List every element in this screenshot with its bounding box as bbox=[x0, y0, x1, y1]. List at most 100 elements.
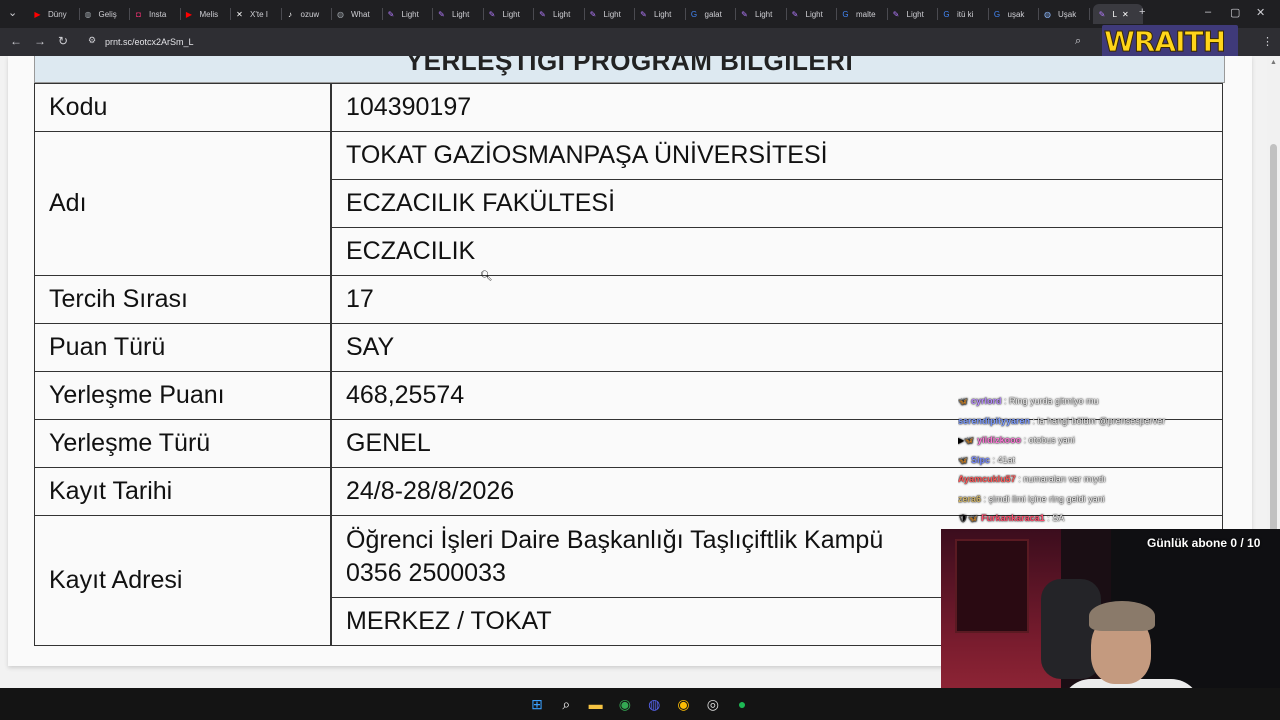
table-heading: YERLEŞTİĞİ PROGRAM BİLGİLERİ bbox=[34, 56, 1225, 83]
chat-text: numaraları var mıydı bbox=[1023, 474, 1106, 484]
subscriber-goal: Günlük abone 0 / 10 bbox=[1147, 536, 1261, 550]
browser-tab[interactable]: ◍ Uşak bbox=[1042, 4, 1085, 24]
browser-tab[interactable]: ▶ Melis bbox=[184, 4, 227, 24]
tab-separator bbox=[78, 8, 80, 20]
browser-tab[interactable]: ◘ Insta bbox=[133, 4, 176, 24]
scrollbar-thumb[interactable] bbox=[1270, 144, 1277, 564]
youtube-icon: ▶ bbox=[34, 9, 41, 19]
chat-message: 🦋 cyrlord : Ring yurda gitmiyo mu bbox=[958, 396, 1218, 416]
tab-label: What bbox=[351, 9, 370, 19]
windows-taskbar: ⊞ ⌕ ▬ ◉ ◍ ◉ ◎ ● bbox=[0, 688, 1280, 720]
zoom-icon[interactable]: ⌕ bbox=[1075, 35, 1081, 48]
instagram-icon: ◘ bbox=[136, 9, 141, 19]
browser-tab[interactable]: ♪ ozuw bbox=[285, 4, 328, 24]
tab-separator bbox=[280, 8, 282, 20]
tab-separator bbox=[482, 8, 484, 20]
chat-username: zera6 bbox=[958, 493, 982, 504]
browser-tab[interactable]: ✎ Light bbox=[487, 4, 530, 24]
browser-tab[interactable]: Guşak bbox=[992, 4, 1035, 24]
browser-tab[interactable]: ✎ Light bbox=[588, 4, 631, 24]
chrome-icon[interactable]: ◉ bbox=[675, 695, 693, 713]
forward-icon[interactable]: → bbox=[34, 34, 46, 48]
scroll-up-icon[interactable]: ▲ bbox=[1270, 59, 1277, 66]
google-icon: G bbox=[842, 9, 849, 19]
file-explorer-icon[interactable]: ▬ bbox=[587, 695, 605, 713]
label-yerlesme-turu: Yerleşme Türü bbox=[34, 419, 331, 468]
quill-icon: ✎ bbox=[589, 9, 597, 19]
browser-tab[interactable]: ✎ Light bbox=[386, 4, 429, 24]
chat-badge-icon: 🛡🦋 bbox=[958, 514, 979, 523]
mouse-cursor-icon: 🔍︎ bbox=[480, 271, 493, 282]
stream-chat: 🦋 cyrlord : Ring yurda gitmiyo mu serendip… bbox=[958, 396, 1218, 533]
tab-label: Light bbox=[654, 9, 672, 19]
reload-icon[interactable]: ↻ bbox=[58, 34, 68, 48]
tab-label: Uşak bbox=[1058, 9, 1077, 19]
menu-icon[interactable]: ⋮ bbox=[1262, 35, 1273, 48]
site-info-icon[interactable]: ⚙ bbox=[88, 35, 96, 46]
browser-tab[interactable]: ✎ Light bbox=[891, 4, 934, 24]
browser-tab[interactable]: ✎ L ✕ bbox=[1092, 4, 1143, 24]
quill-icon: ✎ bbox=[438, 9, 445, 19]
browser-tab[interactable]: Gmalte bbox=[840, 4, 883, 24]
browser-tab[interactable]: ✎ Light bbox=[638, 4, 681, 24]
tab-separator bbox=[735, 8, 736, 20]
youtube-icon: ▶ bbox=[185, 9, 193, 19]
streamer-hair bbox=[1089, 601, 1155, 631]
label-yerlesme-puani: Yerleşme Puanı bbox=[34, 371, 331, 420]
address-phone: 0356 2500033 bbox=[346, 558, 506, 587]
tab-strip: ⌄ ▶ Düny ◍ Geliş ◘ Insta ▶ Melis ✕ X'te I ♪ ozuw ◍ Wh… bbox=[0, 0, 1280, 28]
browser-tab[interactable]: ▶ Düny bbox=[32, 4, 75, 24]
tab-search-icon[interactable]: ⌄ bbox=[8, 6, 17, 19]
tab-separator bbox=[179, 8, 181, 20]
label-puan-turu: Puan Türü bbox=[34, 323, 331, 372]
tab-separator bbox=[129, 8, 130, 20]
chat-username: cyrlord bbox=[970, 396, 1002, 406]
tab-separator bbox=[836, 8, 837, 20]
label-tercih-sirasi: Tercih Sırası bbox=[34, 275, 331, 324]
browser-tab[interactable]: Ggalat bbox=[689, 4, 732, 24]
google-icon: G bbox=[993, 9, 1001, 19]
quill-icon: ✎ bbox=[387, 9, 395, 19]
browser-tab[interactable]: ✕ X'te I bbox=[234, 4, 277, 24]
browser-tab[interactable]: ✎ Light bbox=[739, 4, 782, 24]
globe-icon: ◍ bbox=[84, 9, 92, 19]
globe-icon: ◍ bbox=[1044, 9, 1051, 19]
chat-badge-icon: 🦋 bbox=[958, 455, 968, 465]
minimize-icon[interactable]: – bbox=[1205, 6, 1211, 18]
x-icon: ✕ bbox=[236, 9, 243, 19]
quill-icon: ✎ bbox=[1098, 9, 1106, 19]
obs-icon[interactable]: ◎ bbox=[704, 695, 722, 713]
value-program: ECZACILIK bbox=[331, 227, 1223, 276]
tab-separator bbox=[1038, 8, 1039, 20]
discord-icon[interactable]: ◍ bbox=[645, 695, 663, 713]
chrome-icon[interactable]: ◉ bbox=[616, 695, 634, 713]
new-tab-icon[interactable]: + bbox=[1139, 6, 1145, 18]
overlay-logo-text: WRAITH bbox=[1103, 25, 1226, 59]
chat-text: Ring yurda gitmiyo mu bbox=[1009, 396, 1099, 406]
browser-tab[interactable]: ◍ Geliş bbox=[83, 4, 126, 24]
close-window-icon[interactable]: ✕ bbox=[1256, 6, 1265, 19]
address-bar[interactable]: ⚙ prnt.sc/eotcx2ArSm_L bbox=[80, 31, 1080, 53]
browser-tab[interactable]: ✎ Light bbox=[790, 4, 833, 24]
search-icon[interactable]: ⌕ bbox=[557, 695, 575, 713]
google-icon: G bbox=[690, 9, 698, 19]
chat-username: Furkankaraca1 bbox=[981, 513, 1045, 523]
tab-separator bbox=[1088, 8, 1090, 20]
tab-label: Light bbox=[603, 9, 621, 19]
chat-username: yildizkooo bbox=[977, 435, 1022, 445]
spotify-icon[interactable]: ● bbox=[733, 695, 751, 713]
maximize-icon[interactable]: ▢ bbox=[1230, 6, 1240, 19]
back-icon[interactable]: ← bbox=[10, 34, 22, 48]
browser-tab[interactable]: Gitü ki bbox=[941, 4, 984, 24]
quill-icon: ✎ bbox=[488, 9, 496, 19]
close-tab-icon[interactable]: ✕ bbox=[1122, 10, 1129, 19]
quill-icon: ✎ bbox=[892, 9, 900, 19]
tab-separator bbox=[937, 8, 938, 20]
windows-start-icon[interactable]: ⊞ bbox=[528, 695, 546, 713]
browser-tab[interactable]: ◍ What bbox=[335, 4, 378, 24]
tab-separator bbox=[230, 8, 231, 20]
address-line-1: Öğrenci İşleri Daire Başkanlığı Taşlıçif… bbox=[346, 525, 884, 554]
browser-tab[interactable]: ✎ Light bbox=[436, 4, 479, 24]
quill-icon: ✎ bbox=[791, 9, 799, 19]
browser-tab[interactable]: ✎ Light bbox=[537, 4, 580, 24]
